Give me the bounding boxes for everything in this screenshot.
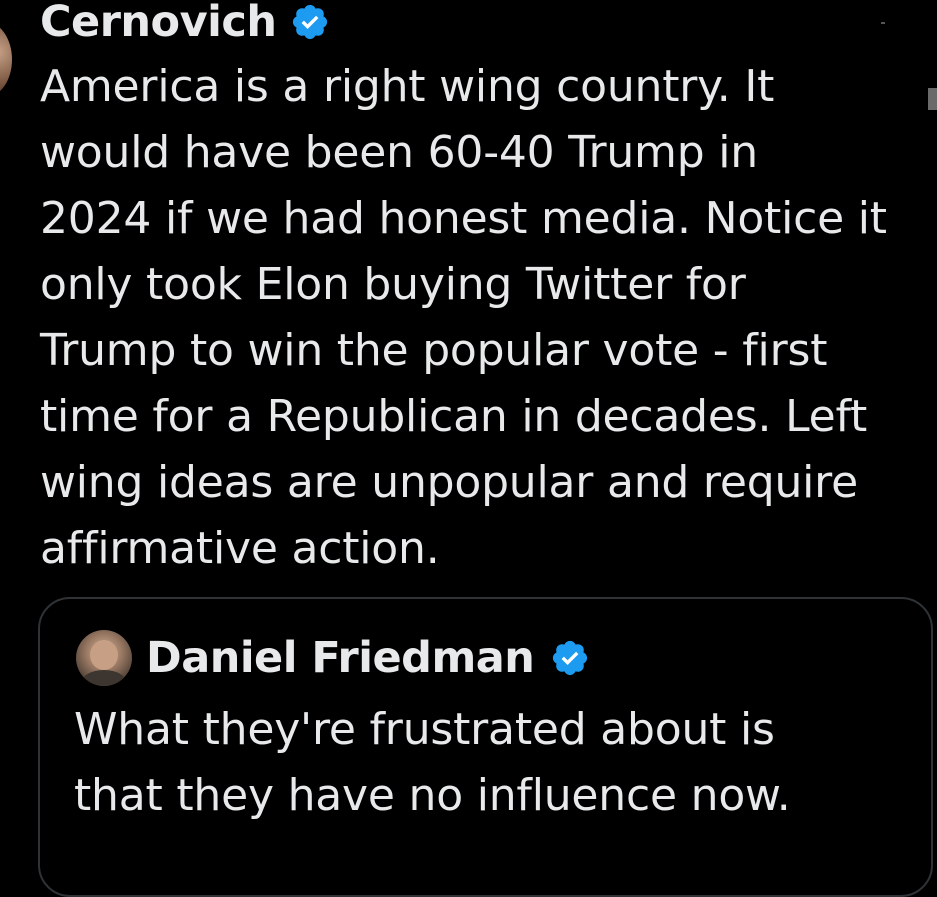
quoted-author-avatar[interactable] xyxy=(76,630,132,686)
tweet-author-row: Cernovich xyxy=(40,0,330,50)
quoted-tweet-text: What they're frustrated about is that th… xyxy=(74,704,791,821)
more-options-icon[interactable] xyxy=(881,22,885,24)
tweet-text: America is a right wing country. It woul… xyxy=(40,61,887,574)
author-avatar[interactable] xyxy=(0,22,12,97)
quoted-tweet-card[interactable]: Daniel Friedman What they're frustrated … xyxy=(38,597,933,897)
quoted-author-name[interactable]: Daniel Friedman xyxy=(146,633,535,683)
author-name[interactable]: Cernovich xyxy=(40,0,277,47)
verified-badge-icon xyxy=(293,4,328,40)
verified-badge-icon xyxy=(553,640,588,676)
quoted-tweet-header: Daniel Friedman xyxy=(76,627,590,689)
scrollbar-thumb[interactable] xyxy=(928,88,937,110)
